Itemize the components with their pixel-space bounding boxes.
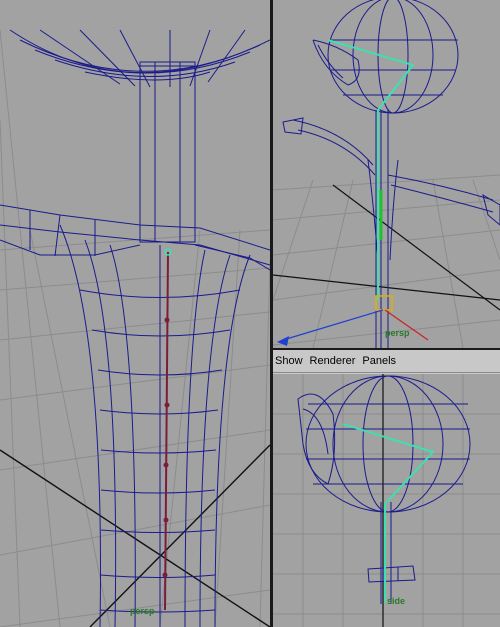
- panel-menu-bar: Show Renderer Panels: [273, 350, 500, 373]
- camera-label: persp: [130, 606, 155, 616]
- wireframe-view-large: [0, 29, 270, 627]
- wireframe-view-side: [273, 374, 500, 627]
- menu-panels[interactable]: Panels: [360, 355, 401, 367]
- camera-label: persp: [385, 328, 410, 338]
- camera-label: side: [387, 596, 406, 606]
- wireframe-view-small: [273, 0, 500, 348]
- menu-renderer[interactable]: Renderer: [308, 355, 361, 367]
- perspective-viewport-small[interactable]: persp: [273, 0, 500, 348]
- menu-show[interactable]: Show: [273, 355, 308, 367]
- perspective-viewport-large[interactable]: persp: [0, 0, 270, 627]
- side-viewport[interactable]: side: [273, 374, 500, 627]
